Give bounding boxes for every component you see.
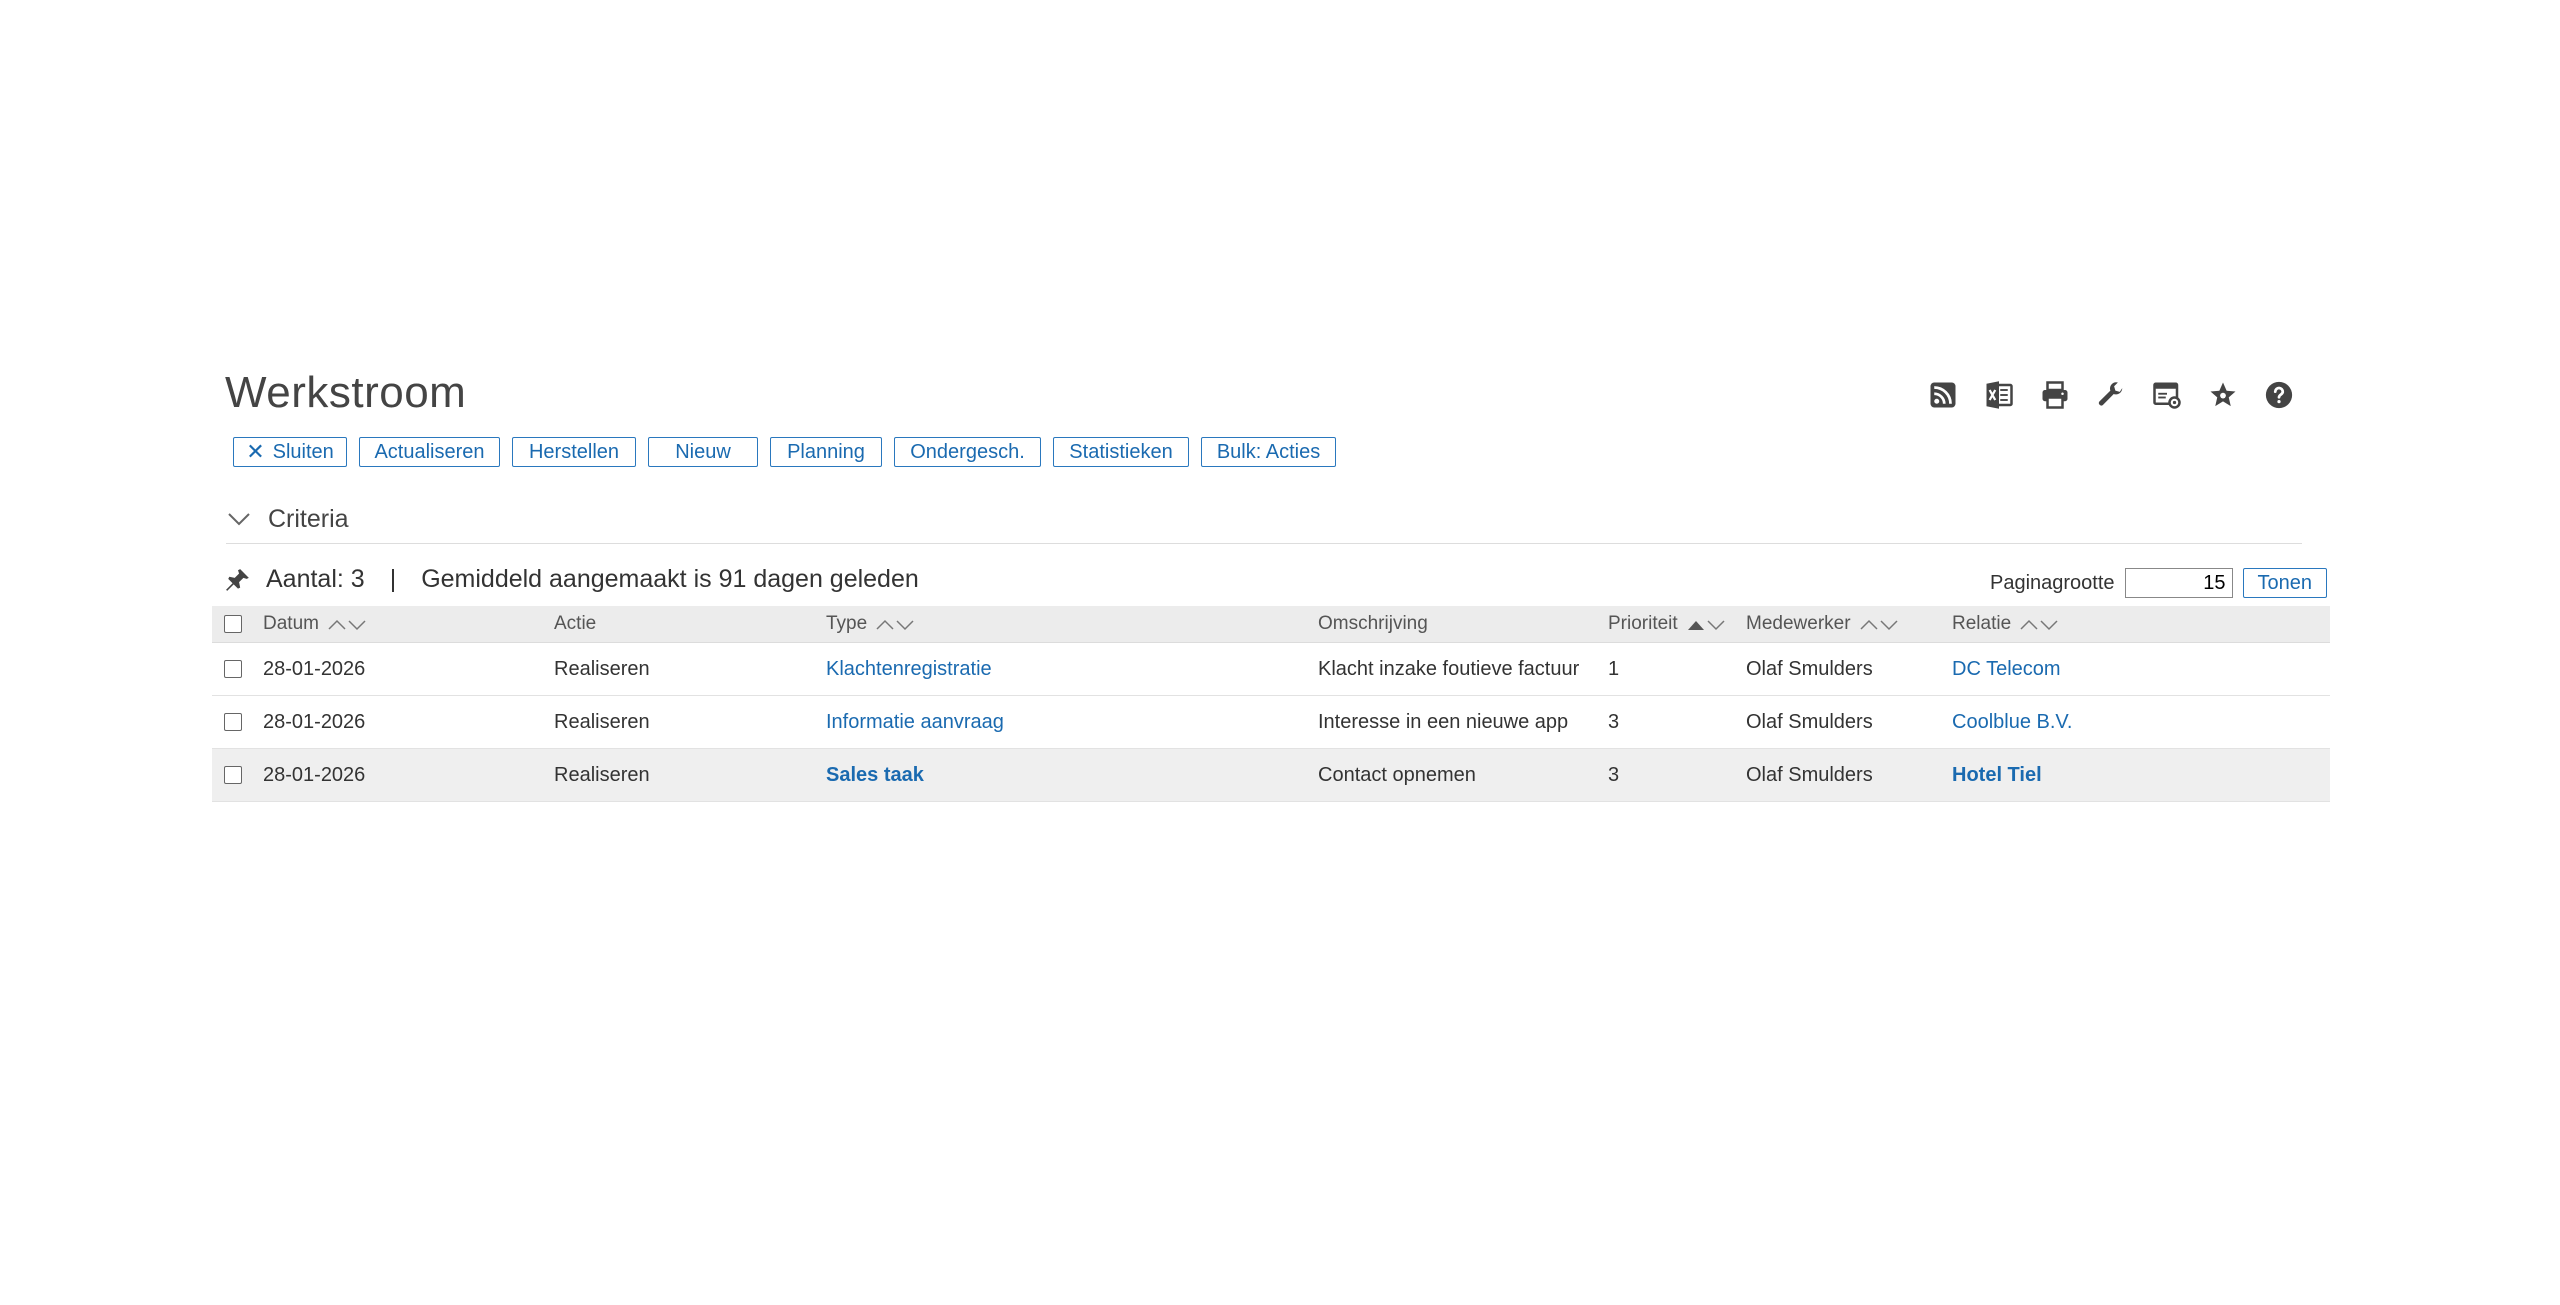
average-age-text: Gemiddeld aangemaakt is 91 dagen geleden [421, 565, 919, 593]
cell-type-link[interactable]: Informatie aanvraag [826, 696, 1004, 748]
pagesize-control: Paginagrootte Tonen [1990, 568, 2328, 598]
rss-icon[interactable] [1915, 377, 1971, 413]
toolbar: ✕ Sluiten Actualiseren Herstellen Nieuw P… [233, 437, 1336, 467]
cell-medewerker: Olaf Smulders [1746, 710, 1873, 733]
excel-icon[interactable] [1971, 377, 2027, 413]
cell-omschrijving: Interesse in een nieuwe app [1318, 710, 1569, 733]
column-header-datum[interactable]: Datum [263, 606, 367, 642]
sort-ascending-icon[interactable] [1686, 617, 1726, 631]
cell-datum: 28-01-2026 [263, 657, 366, 680]
wrench-icon[interactable] [2083, 377, 2139, 413]
chevron-down-icon [228, 513, 250, 526]
table-row-selected[interactable]: 28-01-2026 Realiseren Sales taak Contact… [212, 749, 2330, 802]
pin-icon[interactable] [225, 567, 251, 593]
sort-icon[interactable] [327, 617, 367, 631]
planning-button[interactable]: Planning [770, 437, 882, 467]
page-title: Werkstroom [225, 368, 467, 417]
close-icon: ✕ [246, 439, 265, 464]
sort-icon[interactable] [2019, 617, 2059, 631]
cell-type-link[interactable]: Klachtenregistratie [826, 643, 992, 695]
column-header-omschrijving[interactable]: Omschrijving [1318, 606, 1428, 642]
cell-medewerker: Olaf Smulders [1746, 763, 1873, 786]
record-count: Aantal: 3 [266, 565, 365, 593]
window-settings-icon[interactable] [2139, 377, 2195, 413]
cell-actie: Realiseren [554, 657, 650, 680]
sort-icon[interactable] [875, 617, 915, 631]
statistics-button[interactable]: Statistieken [1053, 437, 1189, 467]
select-all-checkbox[interactable] [224, 615, 242, 633]
cell-omschrijving: Contact opnemen [1318, 763, 1476, 786]
table-row[interactable]: 28-01-2026 Realiseren Klachtenregistrati… [212, 643, 2330, 696]
column-header-medewerker[interactable]: Medewerker [1746, 606, 1899, 642]
table-row[interactable]: 28-01-2026 Realiseren Informatie aanvraa… [212, 696, 2330, 749]
refresh-button[interactable]: Actualiseren [359, 437, 500, 467]
column-header-relatie[interactable]: Relatie [1952, 606, 2059, 642]
column-header-prioriteit[interactable]: Prioriteit [1608, 606, 1726, 642]
cell-actie: Realiseren [554, 763, 650, 786]
page: Werkstroom ✕ Sluiten Actualiseren Herstel… [0, 0, 2560, 1305]
help-icon[interactable] [2251, 377, 2307, 413]
cell-prioriteit: 3 [1608, 710, 1620, 733]
cell-medewerker: Olaf Smulders [1746, 657, 1873, 680]
summary-separator: | [389, 565, 397, 593]
close-button[interactable]: ✕ Sluiten [233, 437, 347, 467]
new-button[interactable]: Nieuw [648, 437, 758, 467]
row-checkbox[interactable] [224, 660, 242, 678]
criteria-label: Criteria [268, 505, 349, 533]
summary-bar: Aantal: 3 | Gemiddeld aangemaakt is 91 d… [225, 565, 919, 594]
cell-type-link[interactable]: Sales taak [826, 749, 924, 801]
cell-actie: Realiseren [554, 710, 650, 733]
subordinates-button[interactable]: Ondergesch. [894, 437, 1041, 467]
cell-relatie-link[interactable]: Hotel Tiel [1952, 749, 2042, 801]
criteria-toggle[interactable]: Criteria [226, 505, 2302, 544]
cell-relatie-link[interactable]: Coolblue B.V. [1952, 696, 2072, 748]
pagesize-input[interactable] [2124, 568, 2233, 598]
cell-omschrijving: Klacht inzake foutieve factuur [1318, 657, 1580, 680]
restore-button[interactable]: Herstellen [512, 437, 636, 467]
cell-datum: 28-01-2026 [263, 763, 366, 786]
cell-prioriteit: 3 [1608, 763, 1620, 786]
column-header-type[interactable]: Type [826, 606, 915, 642]
bulk-actions-button[interactable]: Bulk: Acties [1201, 437, 1336, 467]
column-header-actie[interactable]: Actie [554, 606, 596, 642]
row-checkbox[interactable] [224, 713, 242, 731]
cell-relatie-link[interactable]: DC Telecom [1952, 643, 2061, 695]
star-icon[interactable] [2195, 377, 2251, 413]
cell-datum: 28-01-2026 [263, 710, 366, 733]
cell-prioriteit: 1 [1608, 657, 1620, 680]
row-checkbox[interactable] [224, 766, 242, 784]
sort-icon[interactable] [1859, 617, 1899, 631]
print-icon[interactable] [2027, 377, 2083, 413]
header-icon-bar [1915, 377, 2307, 413]
pagesize-label: Paginagrootte [1990, 571, 2115, 594]
workflow-table: Datum Actie Type Omschrijving Prioriteit… [212, 606, 2330, 802]
show-button[interactable]: Tonen [2242, 568, 2328, 598]
table-header: Datum Actie Type Omschrijving Prioriteit… [212, 606, 2330, 643]
